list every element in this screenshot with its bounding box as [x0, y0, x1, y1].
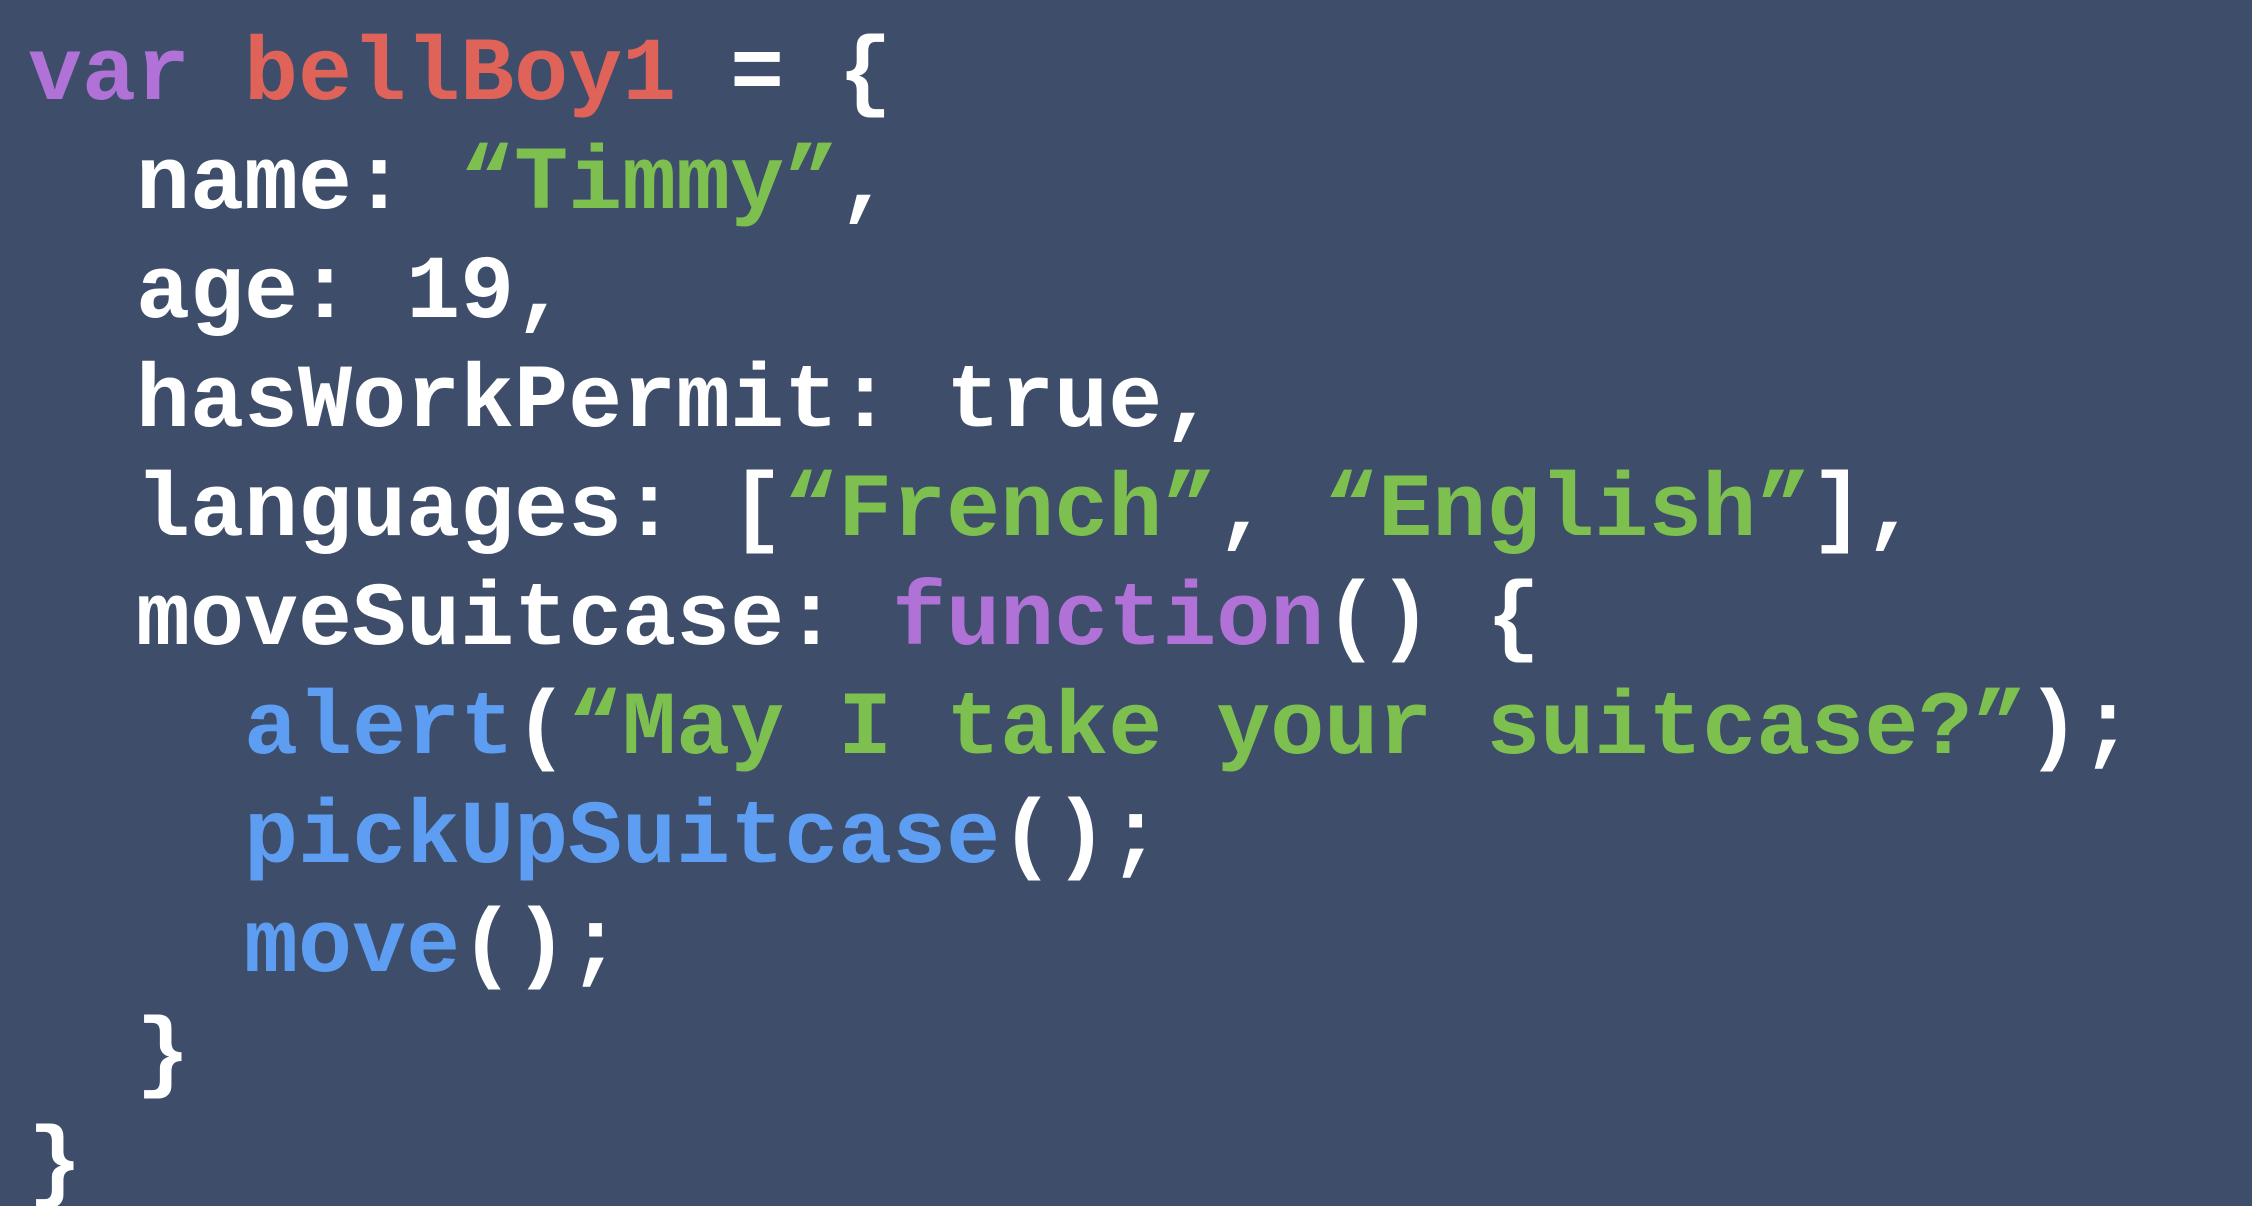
code-line: alert(“May I take your suitcase?”); [28, 676, 2134, 785]
code-line: name: “Timmy”, [28, 131, 2134, 240]
code-function-call: pickUpSuitcase [244, 788, 1001, 890]
code-line: languages: [“French”, “English”], [28, 458, 2134, 567]
code-string-literal: “English” [1324, 461, 1811, 563]
code-keyword: function [892, 570, 1325, 672]
code-text: () { [1324, 570, 1541, 672]
code-text: ( [514, 679, 569, 781]
code-line: moveSuitcase: function() { [28, 567, 2134, 676]
code-text: } [28, 1115, 83, 1206]
code-line: var bellBoy1 = { [28, 22, 2134, 131]
code-text: ], [1810, 461, 1919, 563]
code-text: name: [136, 134, 461, 236]
code-string-literal: “Timmy” [460, 134, 839, 236]
code-variable-name: bellBoy1 [244, 25, 677, 127]
code-text: , [838, 134, 893, 236]
code-text: , [1216, 461, 1325, 563]
code-string-literal: “May I take your suitcase?” [568, 679, 2027, 781]
code-text: (); [460, 897, 623, 999]
code-text: (); [1000, 788, 1163, 890]
code-string-literal: “French” [784, 461, 1217, 563]
code-text: } [136, 1006, 191, 1108]
code-line: pickUpSuitcase(); [28, 785, 2134, 894]
code-text: languages: [ [136, 461, 785, 563]
code-block: var bellBoy1 = { name: “Timmy”, age: 19,… [28, 22, 2134, 1206]
code-keyword: var [28, 25, 191, 127]
code-line: age: 19, [28, 240, 2134, 349]
code-function-call: move [244, 897, 461, 999]
code-text: ); [2026, 679, 2135, 781]
code-text: moveSuitcase: [136, 570, 893, 672]
code-text: age: 19, [136, 243, 569, 345]
code-line: hasWorkPermit: true, [28, 349, 2134, 458]
code-text: hasWorkPermit: true, [136, 352, 1217, 454]
code-text: = { [676, 25, 893, 127]
code-function-call: alert [244, 679, 515, 781]
code-slide: var bellBoy1 = { name: “Timmy”, age: 19,… [0, 0, 2252, 1206]
code-line: move(); [28, 894, 2134, 1003]
code-line: } [28, 1112, 2134, 1206]
code-line: } [28, 1003, 2134, 1112]
